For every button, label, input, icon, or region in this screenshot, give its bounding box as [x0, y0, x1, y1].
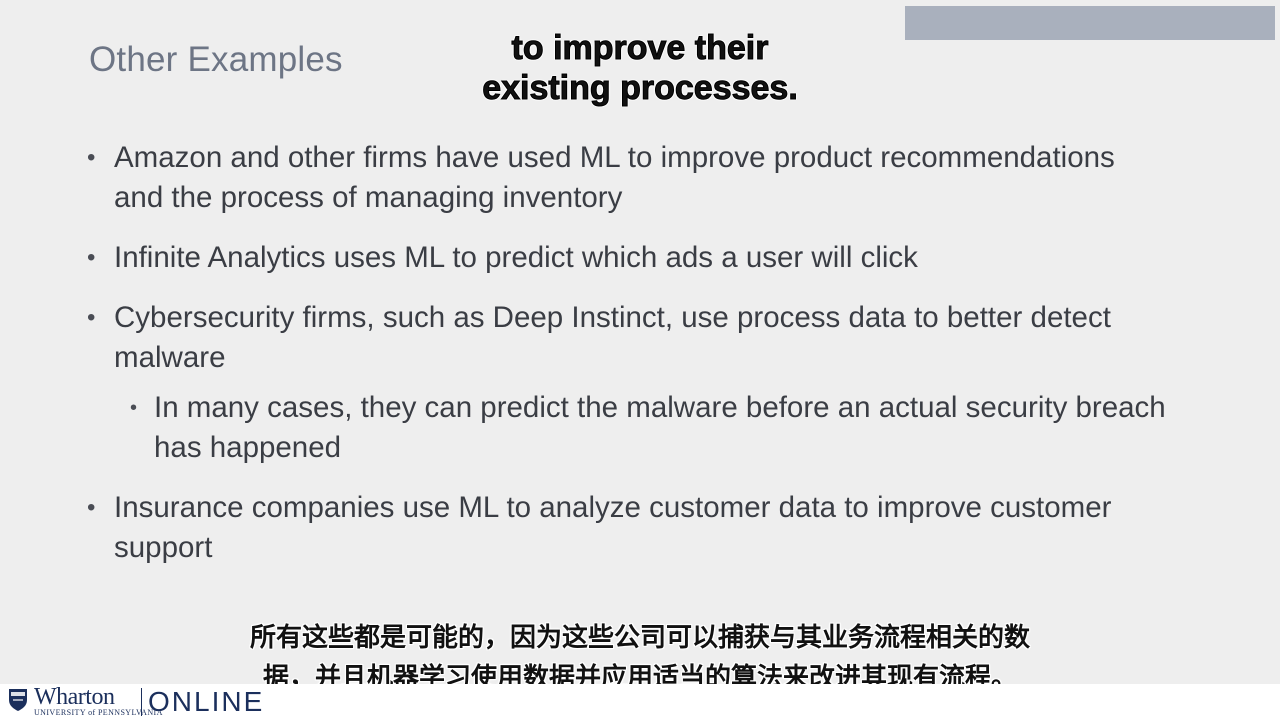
logo-university-text: UNIVERSITY of PENNSYLVANIA: [34, 708, 163, 717]
bullet-item-cybersecurity: Cybersecurity firms, such as Deep Instin…: [87, 298, 1167, 468]
bullet-item-insurance: Insurance companies use ML to analyze cu…: [87, 488, 1167, 568]
logo-divider: [141, 688, 142, 716]
sub-bullet-list: In many cases, they can predict the malw…: [114, 388, 1167, 468]
english-subtitle-line: to improve their: [511, 29, 769, 68]
wharton-shield-icon: [9, 689, 27, 711]
english-subtitle: to improve their existing processes.: [440, 28, 840, 108]
chinese-subtitle-line: 所有这些都是可能的，因为这些公司可以捕获与其业务流程相关的数: [249, 622, 1030, 652]
bullet-list: Amazon and other firms have used ML to i…: [87, 138, 1167, 588]
bullet-text: Amazon and other firms have used ML to i…: [114, 141, 1115, 214]
bullet-text: Insurance companies use ML to analyze cu…: [114, 491, 1112, 564]
bullet-text: Infinite Analytics uses ML to predict wh…: [114, 241, 918, 274]
logo-wharton-text: Wharton: [34, 684, 115, 710]
sub-bullet-item-malware: In many cases, they can predict the malw…: [114, 388, 1167, 468]
logo-online-text: ONLINE: [148, 686, 265, 717]
corner-banner: [905, 6, 1275, 40]
bullet-text: Cybersecurity firms, such as Deep Instin…: [114, 301, 1111, 374]
slide-title: Other Examples: [89, 40, 343, 79]
sub-bullet-text: In many cases, they can predict the malw…: [154, 391, 1166, 464]
bullet-item-infinite-analytics: Infinite Analytics uses ML to predict wh…: [87, 238, 1167, 278]
bullet-item-amazon: Amazon and other firms have used ML to i…: [87, 138, 1167, 218]
english-subtitle-line: existing processes.: [482, 69, 799, 108]
slide: Other Examples Amazon and other firms ha…: [0, 0, 1280, 720]
